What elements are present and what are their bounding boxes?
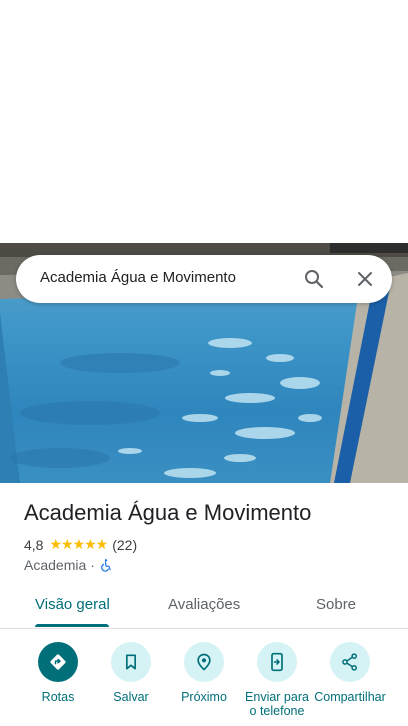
separator-dot: · — [90, 557, 95, 573]
wheelchair-icon — [101, 559, 111, 572]
nearby-label: Próximo — [181, 690, 227, 704]
send-to-phone-button[interactable]: Enviar para o telefone — [235, 642, 319, 718]
share-button[interactable]: Compartilhar — [308, 642, 392, 704]
category-row: Academia · — [24, 556, 113, 574]
tab-bar: Visão geral Avaliações Sobre — [0, 584, 408, 629]
rating-value: 4,8 — [24, 537, 44, 553]
directions-button[interactable]: Rotas — [16, 642, 100, 704]
directions-label: Rotas — [41, 690, 75, 704]
share-label: Compartilhar — [314, 690, 386, 704]
tab-reviews[interactable]: Avaliações — [168, 596, 240, 613]
save-button[interactable]: Salvar — [89, 642, 173, 704]
nearby-icon[interactable] — [184, 642, 224, 682]
nearby-button[interactable]: Próximo — [162, 642, 246, 704]
directions-icon[interactable] — [38, 642, 78, 682]
place-title: Academia Água e Movimento — [24, 500, 312, 525]
bookmark-icon[interactable] — [111, 642, 151, 682]
send-to-phone-label: Enviar para o telefone — [245, 690, 309, 718]
tab-overview[interactable]: Visão geral — [35, 596, 110, 613]
map-blank-area — [0, 0, 408, 243]
save-label: Salvar — [113, 690, 149, 704]
rating-row[interactable]: 4,8 ★★★★★ (22) — [24, 536, 137, 554]
review-count[interactable]: (22) — [112, 537, 137, 553]
search-query[interactable]: Academia Água e Movimento — [40, 269, 236, 286]
send-to-phone-icon[interactable] — [257, 642, 297, 682]
search-icon[interactable] — [302, 267, 326, 291]
search-bar[interactable]: Academia Água e Movimento — [16, 255, 392, 303]
tab-about[interactable]: Sobre — [316, 596, 356, 613]
share-icon[interactable] — [330, 642, 370, 682]
place-category: Academia — [24, 557, 87, 573]
rating-stars: ★★★★★ — [49, 537, 108, 553]
active-tab-indicator — [35, 624, 109, 627]
close-icon[interactable] — [353, 267, 377, 291]
